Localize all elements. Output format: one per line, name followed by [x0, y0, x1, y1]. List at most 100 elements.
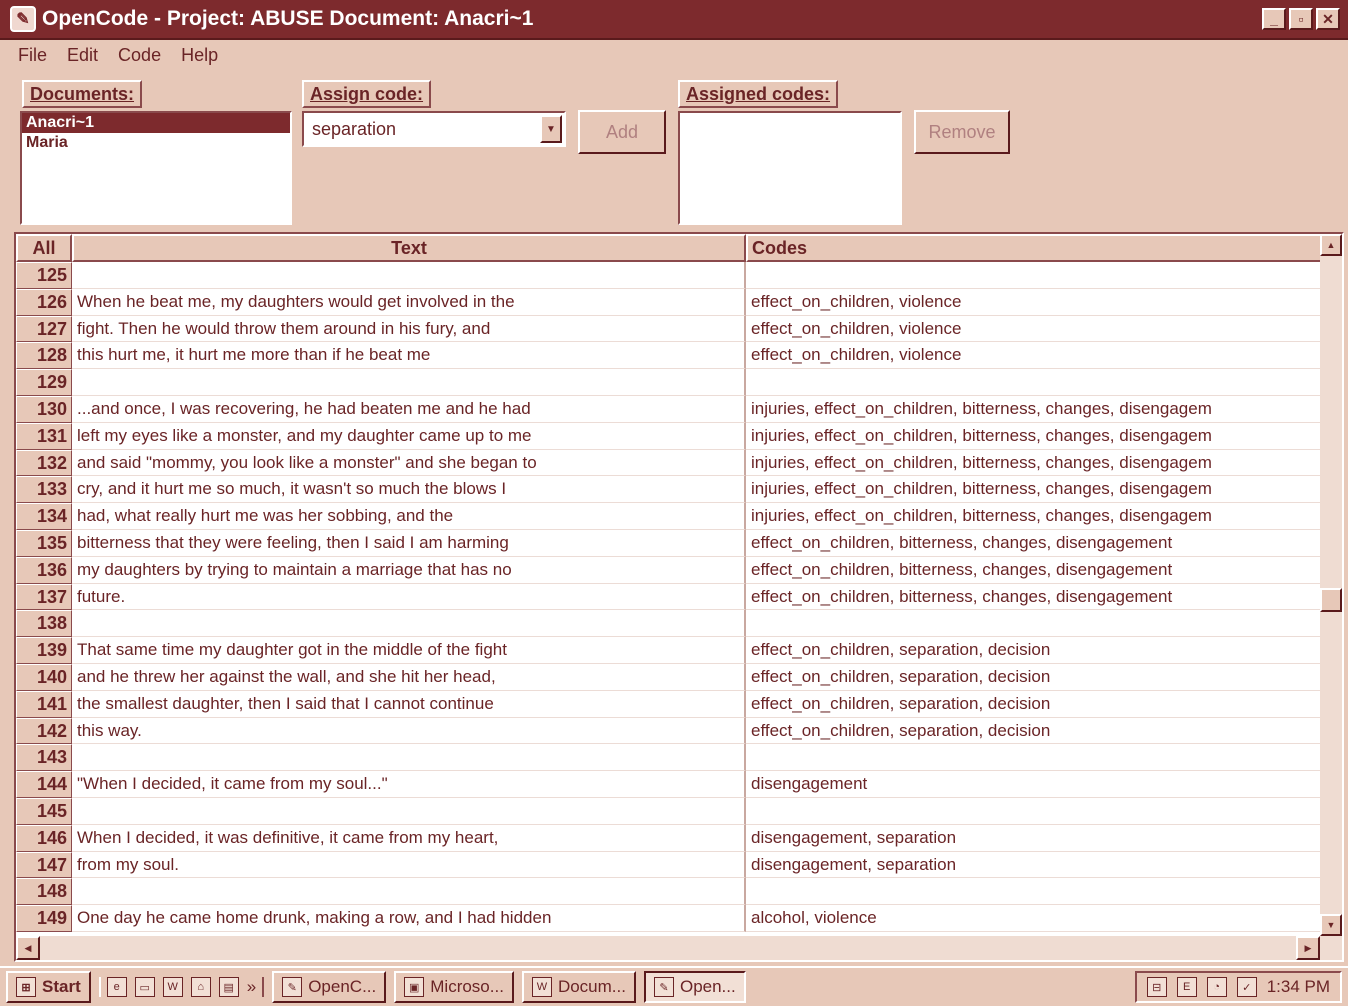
- text-cell[interactable]: this way.: [72, 717, 746, 745]
- line-number-cell[interactable]: 144: [16, 771, 72, 798]
- table-row[interactable]: 139 That same time my daughter got in the…: [16, 637, 1322, 664]
- text-cell[interactable]: cry, and it hurt me so much, it wasn't s…: [72, 476, 746, 504]
- text-column-header[interactable]: Text: [72, 234, 746, 262]
- codes-cell[interactable]: [746, 262, 1322, 289]
- task-button-open[interactable]: ✎ Open...: [643, 971, 746, 1003]
- table-row[interactable]: 128 this hurt me, it hurt me more than if…: [16, 342, 1322, 370]
- table-row[interactable]: 130 ...and once, I was recovering, he had…: [16, 395, 1322, 423]
- assign-code-select[interactable]: separation ▼: [302, 111, 566, 147]
- line-number-cell[interactable]: 142: [16, 717, 72, 745]
- text-cell[interactable]: That same time my daughter got in the mi…: [72, 637, 746, 664]
- codes-cell[interactable]: injuries, effect_on_children, bitterness…: [746, 450, 1322, 477]
- text-cell[interactable]: When I decided, it was definitive, it ca…: [72, 824, 746, 852]
- codes-cell[interactable]: alcohol, violence: [746, 905, 1322, 932]
- table-row[interactable]: 149 One day he came home drunk, making a …: [16, 905, 1322, 932]
- text-cell[interactable]: future.: [72, 583, 746, 611]
- task-button-microsoft[interactable]: ▣ Microso...: [394, 971, 514, 1003]
- line-number-cell[interactable]: 145: [16, 797, 72, 825]
- text-cell[interactable]: [72, 797, 746, 825]
- text-cell[interactable]: from my soul.: [72, 851, 746, 879]
- table-row[interactable]: 127 fight. Then he would throw them aroun…: [16, 315, 1322, 343]
- text-cell[interactable]: this hurt me, it hurt me more than if he…: [72, 342, 746, 370]
- table-row[interactable]: 147 from my soul. disengagement, separatio…: [16, 851, 1322, 879]
- tray-network-icon[interactable]: ⊟: [1146, 977, 1167, 997]
- table-row[interactable]: 137 future. effect_on_children, bitterness…: [16, 583, 1322, 611]
- line-number-cell[interactable]: 140: [16, 663, 72, 691]
- codes-cell[interactable]: effect_on_children, bitterness, changes,…: [746, 530, 1322, 557]
- line-number-cell[interactable]: 136: [16, 556, 72, 584]
- codes-cell[interactable]: [746, 798, 1322, 825]
- scroll-thumb[interactable]: [1320, 588, 1342, 612]
- scroll-up-icon[interactable]: ▲: [1320, 234, 1342, 256]
- codes-cell[interactable]: effect_on_children, violence: [746, 342, 1322, 370]
- documents-list[interactable]: Anacri~1 Maria: [20, 111, 292, 225]
- codes-cell[interactable]: injuries, effect_on_children, bitterness…: [746, 503, 1322, 530]
- line-number-cell[interactable]: 146: [16, 824, 72, 852]
- text-cell[interactable]: ...and once, I was recovering, he had be…: [72, 395, 746, 423]
- line-number-cell[interactable]: 137: [16, 583, 72, 611]
- table-row[interactable]: 134 had, what really hurt me was her sobb…: [16, 503, 1322, 530]
- codes-cell[interactable]: effect_on_children, separation, decision: [746, 637, 1322, 664]
- table-row[interactable]: 142 this way. effect_on_children, separati…: [16, 717, 1322, 745]
- browser-icon[interactable]: e: [106, 977, 127, 997]
- text-cell[interactable]: [72, 878, 746, 906]
- line-number-cell[interactable]: 128: [16, 342, 72, 370]
- text-cell[interactable]: had, what really hurt me was her sobbing…: [72, 503, 746, 530]
- menu-file[interactable]: File: [18, 45, 47, 66]
- tray-volume-icon[interactable]: ◔: [1206, 977, 1227, 997]
- horizontal-scrollbar[interactable]: ◀ ▶: [16, 936, 1342, 960]
- line-number-cell[interactable]: 134: [16, 503, 72, 530]
- table-row[interactable]: 145: [16, 797, 1322, 825]
- table-row[interactable]: 126 When he beat me, my daughters would g…: [16, 288, 1322, 316]
- line-number-cell[interactable]: 127: [16, 315, 72, 343]
- table-row[interactable]: 143: [16, 744, 1322, 772]
- text-cell[interactable]: [72, 369, 746, 396]
- codes-cell[interactable]: effect_on_children, separation, decision: [746, 691, 1322, 718]
- codes-cell[interactable]: effect_on_children, bitterness, changes,…: [746, 584, 1322, 611]
- line-number-cell[interactable]: 126: [16, 288, 72, 316]
- document-item[interactable]: Anacri~1: [22, 113, 290, 133]
- text-cell[interactable]: the smallest daughter, then I said that …: [72, 690, 746, 718]
- vertical-scrollbar[interactable]: ▲ ▼: [1320, 234, 1342, 936]
- line-number-cell[interactable]: 135: [16, 529, 72, 557]
- codes-cell[interactable]: [746, 744, 1322, 772]
- text-cell[interactable]: bitterness that they were feeling, then …: [72, 529, 746, 557]
- line-number-cell[interactable]: 133: [16, 476, 72, 504]
- close-button[interactable]: ✕: [1316, 8, 1340, 30]
- codes-cell[interactable]: injuries, effect_on_children, bitterness…: [746, 396, 1322, 423]
- table-row[interactable]: 133 cry, and it hurt me so much, it wasn'…: [16, 476, 1322, 504]
- codes-column-header[interactable]: Codes: [746, 234, 1322, 262]
- codes-cell[interactable]: [746, 878, 1322, 906]
- line-number-cell[interactable]: 138: [16, 610, 72, 638]
- tray-security-icon[interactable]: ✓: [1236, 977, 1257, 997]
- network-icon[interactable]: ⌂: [190, 977, 211, 997]
- text-cell[interactable]: and said "mommy, you look like a monster…: [72, 449, 746, 477]
- codes-cell[interactable]: [746, 369, 1322, 396]
- dropdown-arrow-icon[interactable]: ▼: [540, 115, 562, 143]
- folder-icon[interactable]: ▤: [218, 977, 239, 997]
- text-cell[interactable]: When he beat me, my daughters would get …: [72, 288, 746, 316]
- add-button[interactable]: Add: [578, 110, 666, 154]
- table-row[interactable]: 131 left my eyes like a monster, and my d…: [16, 422, 1322, 450]
- minimize-button[interactable]: _: [1262, 8, 1286, 30]
- line-number-cell[interactable]: 129: [16, 369, 72, 396]
- codes-cell[interactable]: disengagement, separation: [746, 852, 1322, 879]
- assigned-codes-list[interactable]: [678, 111, 902, 225]
- table-row[interactable]: 141 the smallest daughter, then I said th…: [16, 690, 1322, 718]
- text-cell[interactable]: fight. Then he would throw them around i…: [72, 315, 746, 343]
- task-button-opencode[interactable]: ✎ OpenC...: [272, 971, 387, 1003]
- word-icon[interactable]: W: [162, 977, 183, 997]
- scroll-right-icon[interactable]: ▶: [1296, 936, 1320, 960]
- document-item[interactable]: Maria: [22, 133, 290, 153]
- start-button[interactable]: ⊞ Start: [6, 971, 91, 1003]
- codes-cell[interactable]: disengagement, separation: [746, 825, 1322, 852]
- line-number-cell[interactable]: 143: [16, 744, 72, 772]
- desktop-icon[interactable]: ▭: [134, 977, 155, 997]
- text-cell[interactable]: One day he came home drunk, making a row…: [72, 905, 746, 932]
- codes-cell[interactable]: effect_on_children, separation, decision: [746, 718, 1322, 745]
- text-cell[interactable]: [72, 610, 746, 638]
- table-row[interactable]: 146 When I decided, it was definitive, it…: [16, 824, 1322, 852]
- task-button-document[interactable]: W Docum...: [521, 971, 636, 1003]
- text-cell[interactable]: my daughters by trying to maintain a mar…: [72, 556, 746, 584]
- codes-cell[interactable]: disengagement: [746, 771, 1322, 798]
